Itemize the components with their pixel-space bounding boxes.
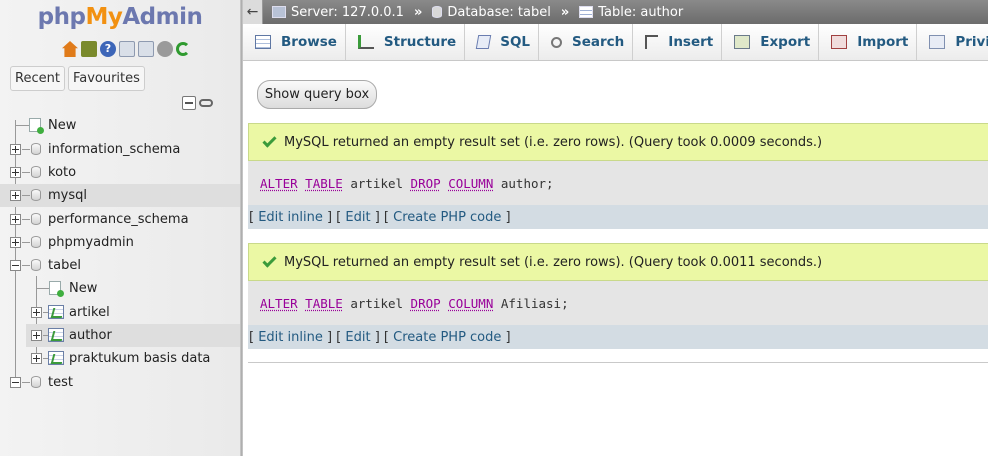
breadcrumb-server[interactable]: Server: 127.0.0.1 [272,5,404,20]
collapse-icon[interactable] [10,260,21,271]
documentation-icon[interactable] [119,41,135,57]
link-with-main-icon[interactable] [199,99,213,107]
reload-icon[interactable] [176,42,190,56]
export-icon [734,35,751,49]
tree-item-author[interactable]: author [26,324,240,347]
table-tab-menu: Browse Structure SQL Search Insert Expor… [243,24,988,61]
edit-inline-link[interactable]: Edit inline [258,330,323,345]
database-icon [31,143,41,155]
tree-controls [182,96,213,110]
tree-item-test[interactable]: test [0,371,240,394]
logout-icon[interactable] [81,41,97,57]
tab-import[interactable]: Import [819,24,918,60]
tree-item-new[interactable]: New [0,114,240,137]
create-php-code-link[interactable]: Create PHP code [393,330,501,345]
phpmyadmin-logo[interactable]: phpMyAdmin [0,4,240,30]
database-icon [31,236,41,248]
table-icon [48,328,64,342]
tab-search[interactable]: Search [539,24,634,60]
database-icon [31,213,41,225]
expand-icon[interactable] [10,190,21,201]
tree-item-mysql[interactable]: mysql [0,184,240,207]
check-icon [262,132,277,148]
breadcrumb-separator: » [560,4,570,20]
table-icon [48,305,64,319]
tree-item-koto[interactable]: koto [0,161,240,184]
expand-icon[interactable] [10,237,21,248]
import-icon [831,35,848,49]
expand-icon[interactable] [31,330,42,341]
structure-icon [357,35,374,49]
query-tools: [ Edit inline ] [ Edit ] [ Create PHP co… [248,325,988,349]
home-icon[interactable] [62,41,78,57]
help-icon[interactable]: ? [100,41,116,57]
tab-browse[interactable]: Browse [243,24,346,60]
tab-export[interactable]: Export [722,24,820,60]
favourites-tab[interactable]: Favourites [67,66,145,91]
tab-sql[interactable]: SQL [465,24,540,60]
nav-icon-bar: ? [62,41,190,57]
tree-item-new-table[interactable]: New [0,277,240,300]
breadcrumb-separator: » [413,4,423,20]
query-tools: [ Edit inline ] [ Edit ] [ Create PHP co… [248,205,988,229]
new-table-icon [49,281,64,297]
privileges-icon [929,35,946,49]
sql-query-text: ALTER TABLE artikel DROP COLUMN author; [248,161,988,205]
browse-icon [255,35,271,49]
panel-resizer[interactable] [240,0,243,456]
create-php-code-link[interactable]: Create PHP code [393,210,501,225]
database-icon [432,6,443,18]
collapse-icon[interactable] [10,377,21,388]
tree-item-tabel[interactable]: tabel [0,254,240,277]
tab-insert[interactable]: Insert [633,24,723,60]
expand-icon[interactable] [10,167,21,178]
recent-favourites-tabs: Recent Favourites [10,66,145,91]
breadcrumb: ← Server: 127.0.0.1 » Database: tabel » … [243,0,988,24]
breadcrumb-database[interactable]: Database: tabel [432,5,551,20]
tree-item-information-schema[interactable]: information_schema [0,138,240,161]
content-divider [248,362,988,363]
breadcrumb-table[interactable]: Table: author [579,5,683,20]
edit-inline-link[interactable]: Edit inline [258,210,323,225]
tree-item-performance-schema[interactable]: performance_schema [0,208,240,231]
success-message: MySQL returned an empty result set (i.e.… [248,123,988,161]
query-result: MySQL returned an empty result set (i.e.… [248,243,988,349]
success-message: MySQL returned an empty result set (i.e.… [248,243,988,281]
table-icon [48,351,64,365]
recent-tab[interactable]: Recent [10,66,65,91]
edit-link[interactable]: Edit [345,330,370,345]
expand-icon[interactable] [31,353,42,364]
navigation-panel: phpMyAdmin ? Recent Favourites New infor… [0,0,240,456]
database-icon [31,376,41,388]
expand-icon[interactable] [10,144,21,155]
expand-icon[interactable] [31,307,42,318]
show-query-box-button[interactable]: Show query box [257,80,377,109]
tree-item-artikel[interactable]: artikel [0,301,240,324]
expand-icon[interactable] [10,214,21,225]
edit-link[interactable]: Edit [345,210,370,225]
collapse-all-icon[interactable] [182,96,196,110]
search-icon [551,36,563,48]
sql-icon [475,35,492,49]
tree-item-phpmyadmin[interactable]: phpmyadmin [0,231,240,254]
insert-icon [645,35,659,49]
check-icon [262,252,277,268]
database-icon [31,166,41,178]
copy-icon[interactable] [138,41,154,57]
gear-icon[interactable] [157,41,173,57]
tree-item-praktukum-basis-data[interactable]: praktukum basis data [0,347,240,370]
table-icon [579,6,594,18]
database-icon [31,189,41,201]
new-database-icon [29,118,44,134]
database-icon [31,259,41,271]
tab-privileges[interactable]: Privileges [917,24,988,60]
sql-query-text: ALTER TABLE artikel DROP COLUMN Afiliasi… [248,281,988,325]
back-arrow-icon[interactable]: ← [243,0,263,24]
tab-structure[interactable]: Structure [346,24,466,60]
query-result: MySQL returned an empty result set (i.e.… [248,123,988,229]
server-icon [272,6,286,18]
